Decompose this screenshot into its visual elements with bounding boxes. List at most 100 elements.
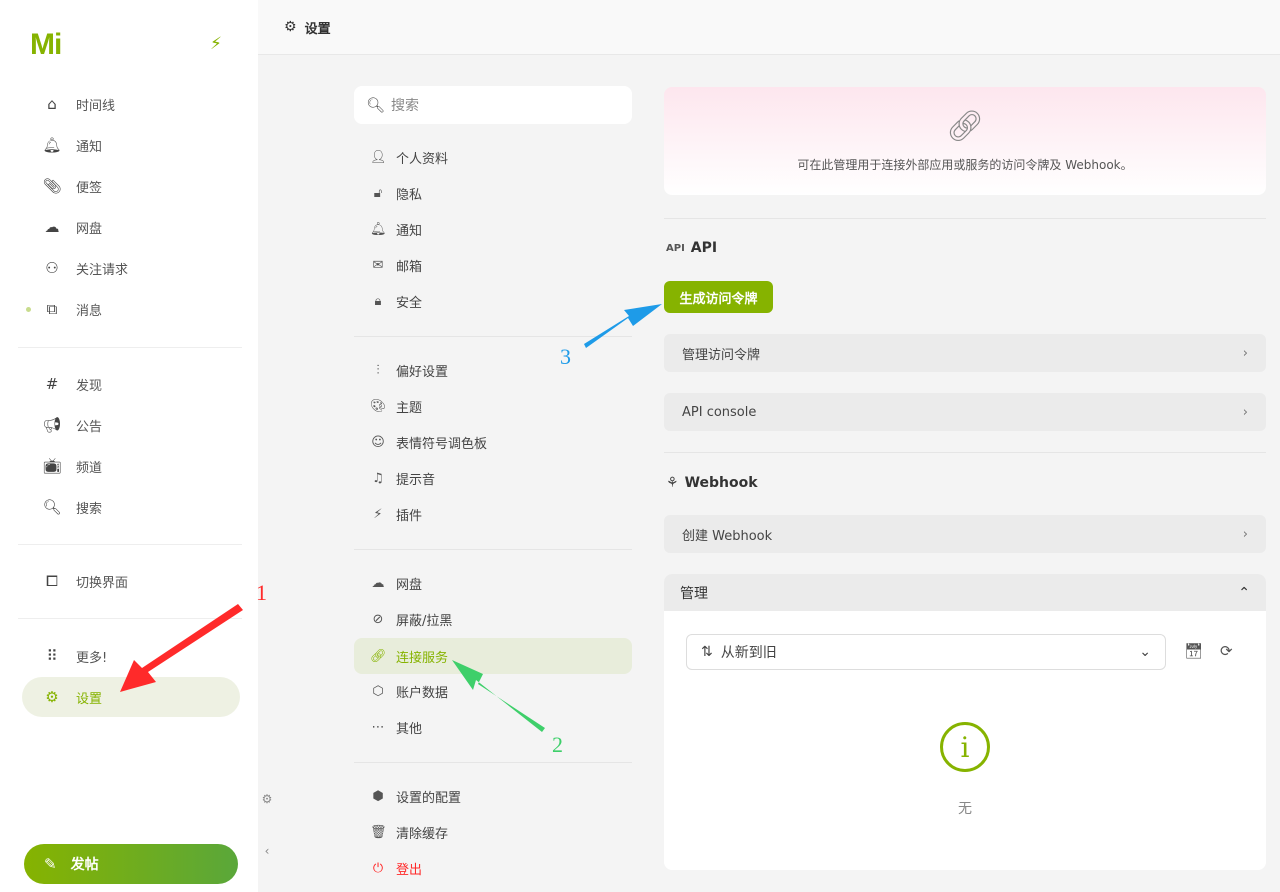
menu-item-sounds[interactable]: ♫ 提示音 [354,460,632,496]
api-icon: API [666,242,685,254]
nav-item-messages[interactable]: ⧉ 消息 [22,289,240,329]
menu-divider [354,762,632,763]
sliders-icon: ⫶ [376,362,380,378]
section-divider [664,218,1266,219]
cloud-icon: ☁ [371,575,385,591]
nav-divider [18,544,242,545]
menu-item-plugins[interactable]: ⚡︎ 插件 [354,496,632,532]
menu-item-email[interactable]: ✉ 邮箱 [354,247,632,283]
chevron-down-icon: ⌄ [1139,644,1151,660]
ban-icon: ⊘ [372,611,384,627]
settings-cog-icon: ⬢ [372,788,384,804]
annotation-label-3: 3 [560,344,571,369]
menu-item-drive[interactable]: ☁ 网盘 [354,565,632,601]
settings-search-input[interactable]: 🔍︎ 搜索 [354,86,632,124]
info-banner: 🔗︎ 可在此管理用于连接外部应用或服务的访问令牌及 Webhook。 [664,87,1266,195]
empty-state-text: 无 [958,801,972,817]
menu-item-account-data[interactable]: ⬡ 账户数据 [354,673,632,709]
page-title: 设置 [304,21,331,37]
nav-item-drive[interactable]: ☁ 网盘 [22,207,240,247]
tv-icon: 📺︎ [42,457,62,475]
menu-item-other[interactable]: ⋯ 其他 [354,709,632,745]
nav-item-explore[interactable]: # 发现 [22,364,240,404]
generate-token-button[interactable]: 生成访问令牌 [664,281,773,313]
api-console-row[interactable]: API console › [664,393,1266,431]
hash-icon: # [45,375,59,393]
page-header: ⚙ 设置 [258,0,1280,55]
menu-divider [354,336,632,337]
nav-item-clips[interactable]: 📎︎ 便签 [22,166,240,206]
pencil-icon: ✎ [44,855,57,873]
collapse-chevron-icon[interactable]: ‹ [258,836,276,866]
widget-toggle-icon[interactable]: ⚙ [258,784,276,814]
trash-icon: 🗑︎ [370,824,387,840]
sort-select[interactable]: ⇅ 从新到旧 ⌄ [686,634,1166,670]
chevron-right-icon: › [1242,345,1248,361]
menu-item-notifications[interactable]: 🔔︎ 通知 [354,211,632,247]
nav-item-channels[interactable]: 📺︎ 频道 [22,446,240,486]
nav-item-timeline[interactable]: ⌂ 时间线 [22,84,240,124]
chevron-right-icon: › [1242,526,1248,542]
menu-item-privacy[interactable]: 🔓︎ 隐私 [354,175,632,211]
bell-icon: 🔔︎ [42,136,62,154]
manage-header[interactable]: 管理 ⌃ [664,574,1266,611]
power-icon: ⏻ [372,860,384,876]
settings-icon: ⚙ [284,19,297,35]
menu-item-mute-block[interactable]: ⊘ 屏蔽/拉黑 [354,601,632,637]
app-logo[interactable]: Mi [30,28,62,62]
home-icon: ⌂ [47,95,57,113]
lock-open-icon: 🔓︎ [373,185,383,201]
music-icon: ♫ [372,470,384,486]
api-section-title: API API [666,240,718,256]
calendar-icon[interactable]: 📅︎ [1184,642,1203,660]
mail-icon: ✉ [372,257,384,273]
annotation-label-1: 1 [256,580,267,605]
menu-item-clear-cache[interactable]: 🗑︎ 清除缓存 [354,814,632,850]
user-plus-icon: ⚇ [45,259,59,277]
banner-description: 可在此管理用于连接外部应用或服务的访问令牌及 Webhook。 [797,158,1133,172]
settings-icon: ⚙ [45,688,59,706]
menu-item-logout[interactable]: ⏻ 登出 [354,850,632,886]
search-icon: 🔍︎ [366,96,386,114]
annotation-label-2: 2 [552,732,563,757]
devices-icon: ⧠ [45,572,58,590]
dots-icon: ⋯ [371,719,385,735]
menu-divider [354,549,632,550]
link-icon: 🔗︎ [945,109,985,144]
plug-icon: ⚡︎ [373,506,383,522]
paperclip-icon: 📎︎ [42,177,62,195]
lightning-icon[interactable]: ⚡ [210,34,222,54]
link-icon: 🔗︎ [370,648,387,664]
nav-item-search[interactable]: 🔍︎ 搜索 [22,487,240,527]
nav-divider [18,618,242,619]
lock-icon: 🔒︎ [374,293,382,309]
menu-item-profile[interactable]: 👤︎ 个人资料 [354,139,632,175]
menu-item-settings-profile[interactable]: ⬢ 设置的配置 [354,778,632,814]
bell-icon: 🔔︎ [370,221,387,237]
menu-item-theme[interactable]: 🎨︎ 主题 [354,388,632,424]
nav-item-notifications[interactable]: 🔔︎ 通知 [22,125,240,165]
nav-item-announcements[interactable]: 📢︎ 公告 [22,405,240,445]
info-icon: i [940,722,990,772]
user-icon: 👤︎ [370,149,387,165]
nav-divider [18,347,242,348]
nav-item-settings[interactable]: ⚙ 设置 [22,677,240,717]
menu-item-emoji-palette[interactable]: ☺ 表情符号调色板 [354,424,632,460]
post-button[interactable]: ✎ 发帖 [24,844,238,884]
chevron-up-icon: ⌃ [1238,584,1250,601]
messages-icon: ⧉ [46,300,58,318]
refresh-icon[interactable]: ⟳ [1220,642,1233,660]
menu-item-preferences[interactable]: ⫶ 偏好设置 [354,352,632,388]
create-webhook-row[interactable]: 创建 Webhook › [664,515,1266,553]
webhook-icon: ⚘ [666,475,679,491]
manage-tokens-row[interactable]: 管理访问令牌 › [664,334,1266,372]
nav-item-follow-requests[interactable]: ⚇ 关注请求 [22,248,240,288]
grid-dots-icon: ⠿ [46,647,58,665]
menu-item-connected-services[interactable]: 🔗︎ 连接服务 [354,638,632,674]
menu-item-security[interactable]: 🔒︎ 安全 [354,283,632,319]
nav-item-more[interactable]: ⠿ 更多! [22,636,240,676]
package-icon: ⬡ [372,683,384,699]
search-icon: 🔍︎ [42,498,62,516]
section-divider [664,452,1266,453]
nav-item-switch-ui[interactable]: ⧠ 切换界面 [22,561,240,601]
